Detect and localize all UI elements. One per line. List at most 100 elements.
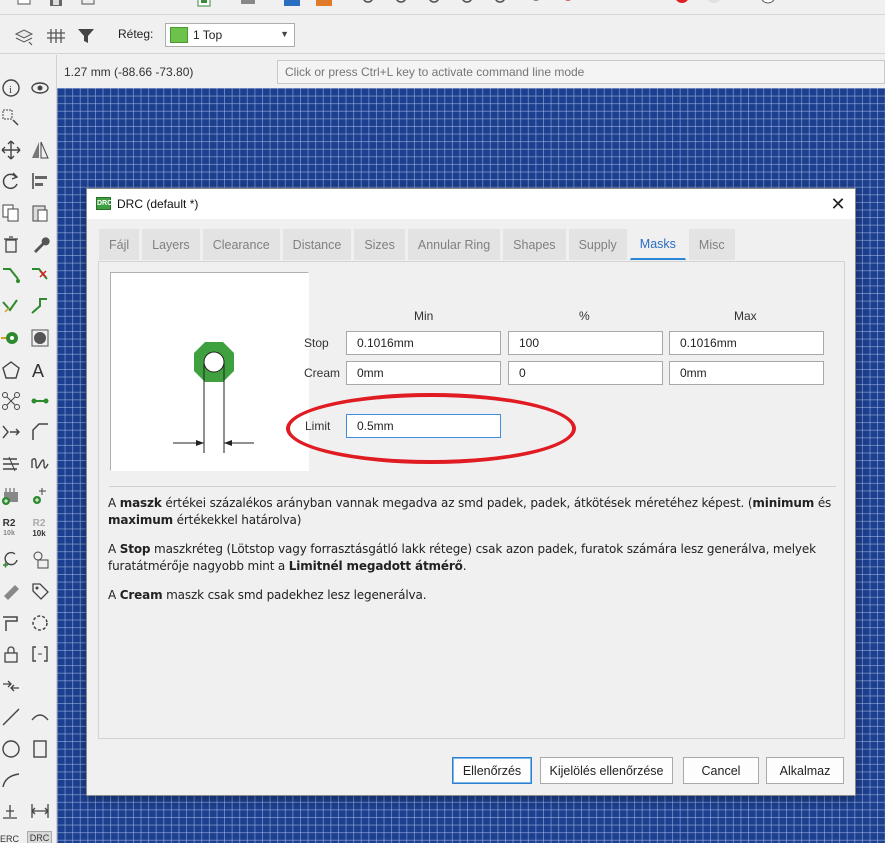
- color-blue-icon[interactable]: [284, 0, 300, 8]
- erc-button[interactable]: ERC: [0, 834, 19, 843]
- tab-layers[interactable]: Layers: [142, 229, 200, 260]
- bracket-icon[interactable]: [29, 643, 51, 665]
- filter-icon[interactable]: [75, 26, 97, 46]
- split-icon[interactable]: [29, 295, 51, 317]
- ripup-icon[interactable]: [29, 265, 51, 287]
- tag-icon[interactable]: [29, 580, 51, 602]
- tab-misc[interactable]: Misc: [688, 229, 735, 260]
- route-icon[interactable]: [0, 265, 22, 287]
- layer-select[interactable]: 1 Top ▼: [165, 23, 295, 47]
- tab-shapes[interactable]: Shapes: [503, 229, 566, 260]
- zoom-redraw-icon[interactable]: [459, 0, 475, 8]
- help-icon[interactable]: [760, 0, 776, 8]
- print-icon[interactable]: [80, 0, 96, 8]
- apply-button[interactable]: Alkalmaz: [766, 757, 844, 784]
- via-icon[interactable]: [0, 327, 22, 349]
- wave-icon[interactable]: [29, 453, 51, 475]
- drc-button[interactable]: DRC: [27, 831, 52, 843]
- close-button[interactable]: ✕: [825, 192, 851, 216]
- pad-icon[interactable]: [29, 327, 51, 349]
- rotate-icon[interactable]: [0, 170, 22, 192]
- lock-icon[interactable]: [0, 643, 22, 665]
- cam-icon[interactable]: [196, 0, 212, 8]
- mask-preview: [110, 272, 309, 471]
- lines-icon[interactable]: [0, 453, 22, 475]
- line-icon[interactable]: [0, 706, 22, 728]
- tab-bar: Fájl Layers Clearance Distance Sizes Ann…: [99, 229, 738, 261]
- undo-icon[interactable]: [528, 0, 544, 8]
- delete-icon[interactable]: [0, 233, 22, 255]
- mark-icon[interactable]: [0, 107, 22, 129]
- align-icon[interactable]: [29, 170, 51, 192]
- stop-percent-field[interactable]: [508, 331, 663, 355]
- info-icon[interactable]: i: [0, 77, 22, 99]
- drc-dialog: DRC DRC (default *) ✕ Fájl Layers Cleara…: [86, 188, 856, 796]
- stop-icon[interactable]: [674, 0, 690, 8]
- copy-icon[interactable]: [0, 202, 22, 224]
- board-icon[interactable]: [240, 0, 256, 8]
- check-button[interactable]: Ellenőrzés: [452, 757, 532, 784]
- arc-icon[interactable]: [29, 706, 51, 728]
- dropdown-arrow-icon: ▼: [280, 29, 289, 39]
- mask-preview-drawing: [173, 342, 254, 453]
- wrench-icon[interactable]: [29, 233, 51, 255]
- autoroute-icon[interactable]: [0, 295, 22, 317]
- measure-icon[interactable]: [29, 800, 51, 822]
- circle-icon[interactable]: [0, 738, 22, 760]
- tab-file[interactable]: Fájl: [99, 229, 140, 260]
- wire-icon[interactable]: [29, 390, 51, 412]
- cream-min-field[interactable]: [346, 361, 501, 385]
- name-icon[interactable]: [0, 612, 22, 634]
- grid-icon[interactable]: [45, 26, 67, 46]
- rectangle-icon[interactable]: [29, 738, 51, 760]
- smash-icon[interactable]: [0, 580, 22, 602]
- spline-icon[interactable]: [0, 769, 22, 791]
- add-component-icon[interactable]: [0, 485, 22, 507]
- tab-distance[interactable]: Distance: [282, 229, 352, 260]
- show-icon[interactable]: [29, 77, 51, 99]
- cream-max-field[interactable]: [669, 361, 824, 385]
- signal-icon[interactable]: [0, 390, 22, 412]
- move-icon[interactable]: [0, 139, 22, 161]
- tab-annular-ring[interactable]: Annular Ring: [407, 229, 501, 260]
- dimension-icon[interactable]: [0, 800, 22, 822]
- tab-masks[interactable]: Masks: [629, 229, 686, 260]
- add-part-icon[interactable]: [29, 485, 51, 507]
- polygon-icon[interactable]: [0, 359, 22, 381]
- zoom-fit-icon[interactable]: [360, 0, 376, 8]
- tab-sizes[interactable]: Sizes: [354, 229, 405, 260]
- group-icon[interactable]: [29, 612, 51, 634]
- paste-icon[interactable]: [29, 202, 51, 224]
- link-icon[interactable]: LINK: [820, 0, 850, 8]
- r2-label[interactable]: R2: [0, 518, 18, 529]
- text-icon[interactable]: A: [29, 359, 51, 381]
- stop-max-field[interactable]: [669, 331, 824, 355]
- cancel-button[interactable]: Cancel: [683, 757, 759, 784]
- stop-min-field[interactable]: [346, 331, 501, 355]
- cream-percent-field[interactable]: [508, 361, 663, 385]
- cream-label: Cream: [304, 366, 341, 380]
- command-line-input[interactable]: [277, 60, 885, 84]
- zoom-area-icon[interactable]: [492, 0, 508, 8]
- save-icon[interactable]: [48, 0, 64, 8]
- swap-icon[interactable]: [29, 549, 51, 571]
- color-orange-icon[interactable]: [316, 0, 332, 8]
- replace-icon[interactable]: [0, 549, 22, 571]
- tab-supply[interactable]: Supply: [568, 229, 627, 260]
- miter-icon[interactable]: [29, 421, 51, 443]
- svg-text:i: i: [9, 84, 12, 96]
- check-selected-button[interactable]: Kijelölés ellenőrzése: [540, 757, 673, 784]
- tab-clearance[interactable]: Clearance: [202, 229, 280, 260]
- redo-icon[interactable]: [560, 0, 576, 8]
- meander-icon[interactable]: [0, 421, 22, 443]
- zoom-in-icon[interactable]: [393, 0, 409, 8]
- script-icon[interactable]: [16, 0, 32, 8]
- dialog-titlebar[interactable]: DRC DRC (default *) ✕: [87, 189, 855, 219]
- description-cream: A Cream maszk csak smd padekhez lesz leg…: [108, 588, 427, 602]
- zoom-out-icon[interactable]: [426, 0, 442, 8]
- go-icon[interactable]: [706, 0, 722, 8]
- layers-icon[interactable]: [13, 26, 35, 46]
- mirror-icon[interactable]: [29, 139, 51, 161]
- route-direction-icon[interactable]: [0, 675, 22, 697]
- r2b-label[interactable]: R2: [29, 518, 49, 529]
